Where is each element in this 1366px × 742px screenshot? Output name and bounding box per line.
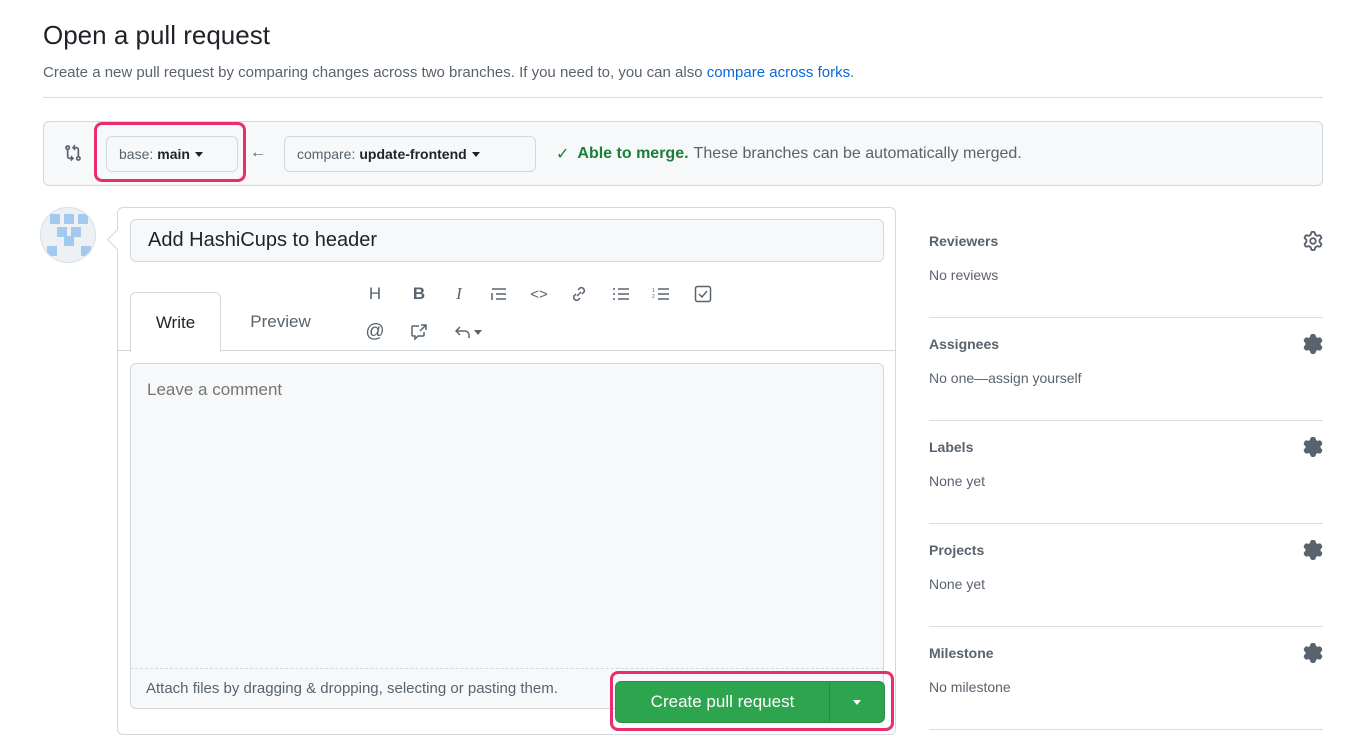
branch-range-bar: base: main ← compare: update-frontend ✓ … (43, 121, 1323, 186)
gear-icon[interactable] (1303, 334, 1323, 354)
gear-icon[interactable] (1303, 231, 1323, 251)
avatar-pixel (50, 214, 60, 224)
merge-status-text: These branches can be automatically merg… (693, 145, 1022, 162)
base-branch-name: main (157, 146, 190, 162)
tab-preview[interactable]: Preview (233, 292, 328, 352)
sidebar-value: No milestone (929, 679, 1011, 695)
avatar-pixel (81, 246, 91, 256)
check-icon: ✓ (556, 146, 570, 163)
base-branch-dropdown[interactable]: base: main (106, 136, 238, 172)
sidebar-projects: Projects None yet (929, 524, 1323, 627)
sidebar-value[interactable]: No one—assign yourself (929, 370, 1082, 386)
sidebar-value: None yet (929, 473, 986, 489)
italic-icon[interactable]: I (448, 283, 470, 305)
attach-files-text: Attach files by dragging & dropping, sel… (146, 680, 558, 697)
create-pull-request-button-group: Create pull request (615, 681, 885, 723)
compare-branch-name: update-frontend (359, 146, 467, 162)
create-options-dropdown[interactable] (830, 682, 884, 722)
sidebar-heading[interactable]: Reviewers (929, 233, 998, 249)
gear-icon[interactable] (1303, 437, 1323, 457)
chevron-down-icon (853, 699, 861, 705)
avatar-pixel (64, 236, 74, 246)
sidebar-labels: Labels None yet (929, 421, 1323, 524)
chevron-down-icon (194, 151, 203, 157)
task-list-icon[interactable] (692, 283, 714, 305)
merge-status: ✓ Able to merge. These branches can be a… (556, 144, 1022, 164)
merge-ok-label: Able to merge. (577, 145, 689, 162)
pr-title-input[interactable] (130, 219, 884, 262)
gear-icon[interactable] (1303, 643, 1323, 663)
page-title: Open a pull request (43, 20, 270, 50)
link-icon[interactable] (568, 283, 590, 305)
sidebar-milestone: Milestone No milestone (929, 627, 1323, 730)
heading-icon[interactable]: H (364, 283, 386, 305)
avatar (40, 207, 96, 263)
saved-replies-icon[interactable] (450, 321, 486, 343)
tab-write[interactable]: Write (130, 292, 221, 352)
sidebar: Reviewers No reviews Assignees No one—as… (929, 215, 1323, 730)
sidebar-value: None yet (929, 576, 986, 592)
gear-icon[interactable] (1303, 540, 1323, 560)
cross-reference-icon[interactable] (408, 321, 430, 343)
sidebar-assignees: Assignees No one—assign yourself (929, 318, 1323, 421)
chevron-down-icon (471, 151, 480, 157)
description-end: . (850, 64, 855, 81)
code-icon[interactable]: <> (528, 283, 550, 305)
create-pull-request-button[interactable]: Create pull request (616, 682, 830, 722)
compare-across-forks-link[interactable]: compare across forks (707, 64, 850, 81)
mention-icon[interactable]: @ (364, 321, 386, 343)
sidebar-reviewers: Reviewers No reviews (929, 215, 1323, 318)
sidebar-heading[interactable]: Milestone (929, 645, 994, 661)
sidebar-heading[interactable]: Assignees (929, 336, 999, 352)
pull-request-form: Write Preview H B I <> 12 @ Attach files… (117, 207, 896, 735)
svg-text:2: 2 (652, 294, 655, 300)
tab-divider (118, 350, 895, 351)
bold-icon[interactable]: B (408, 283, 430, 305)
avatar-pixel (78, 214, 88, 224)
compare-label: compare: (297, 146, 356, 162)
comment-textarea[interactable] (130, 363, 884, 669)
arrow-left-icon: ← (250, 144, 266, 161)
numbered-list-icon[interactable]: 12 (650, 283, 672, 305)
title-divider (43, 97, 1323, 98)
chevron-down-icon (473, 329, 482, 335)
avatar-pixel (47, 246, 57, 256)
description-text: Create a new pull request by comparing c… (43, 64, 707, 81)
sidebar-value: No reviews (929, 267, 999, 283)
sidebar-heading[interactable]: Projects (929, 542, 984, 558)
sidebar-heading[interactable]: Labels (929, 439, 973, 455)
avatar-pixel (64, 214, 74, 224)
git-compare-icon (65, 144, 81, 162)
bullet-list-icon[interactable] (610, 283, 632, 305)
quote-icon[interactable] (488, 283, 510, 305)
page-description: Create a new pull request by comparing c… (43, 64, 854, 81)
compare-branch-dropdown[interactable]: compare: update-frontend (284, 136, 536, 172)
base-label: base: (119, 146, 154, 162)
